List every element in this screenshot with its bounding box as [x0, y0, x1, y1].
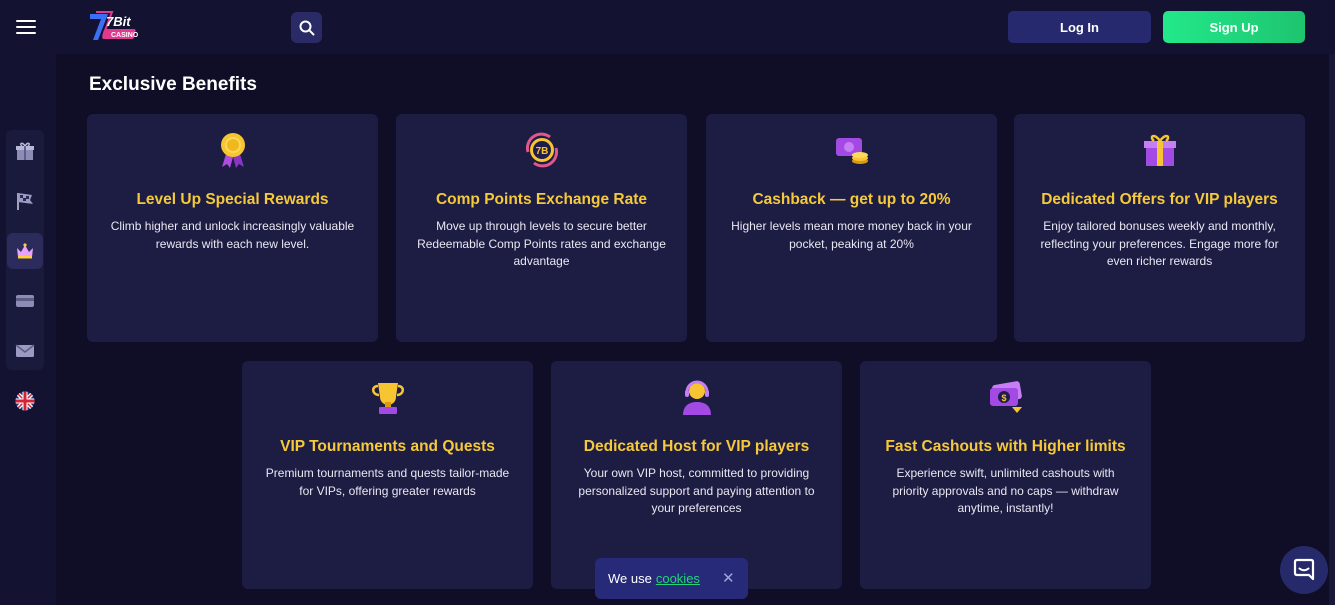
card-title: Dedicated Offers for VIP players	[1041, 191, 1278, 208]
comp-points-coin-icon: 7B	[525, 132, 559, 168]
card-title: VIP Tournaments and Quests	[280, 438, 495, 455]
svg-text:CASINO: CASINO	[111, 32, 139, 39]
logo-icon: 7Bit CASINO	[90, 11, 139, 40]
mail-icon	[15, 344, 35, 357]
sidebar-item-contact[interactable]	[7, 333, 43, 369]
trophy-icon	[372, 383, 404, 414]
sidebar-item-vip[interactable]	[7, 233, 43, 269]
benefit-card: Cashback — get up to 20% Higher levels m…	[706, 114, 997, 342]
logo[interactable]: 7Bit CASINO	[86, 10, 142, 44]
search-button[interactable]	[291, 12, 322, 43]
card-title: Comp Points Exchange Rate	[435, 191, 647, 208]
sidebar	[0, 54, 56, 605]
chat-bubble-icon	[1293, 558, 1315, 581]
svg-text:7B: 7B	[536, 146, 549, 157]
card-title: Cashback — get up to 20%	[752, 191, 951, 208]
scrollbar[interactable]	[1329, 54, 1335, 605]
fast-cashout-icon: $	[990, 381, 1022, 413]
card-title: Level Up Special Rewards	[136, 191, 329, 208]
card-description: Enjoy tailored bonuses weekly and monthl…	[1040, 219, 1279, 268]
signup-button[interactable]: Sign Up	[1163, 11, 1305, 43]
benefit-card: Level Up Special Rewards Climb higher an…	[87, 114, 378, 342]
section-title: Exclusive Benefits	[89, 74, 257, 95]
cookie-banner: We use cookies ✕	[595, 558, 748, 599]
search-icon	[299, 20, 314, 35]
card-description: Experience swift, unlimited cashouts wit…	[892, 466, 1119, 515]
benefit-card: Dedicated Host for VIP players Your own …	[551, 361, 842, 589]
menu-icon[interactable]	[14, 17, 38, 37]
svg-text:7Bit: 7Bit	[106, 14, 131, 29]
login-button[interactable]: Log In	[1008, 11, 1151, 43]
uk-flag-icon	[15, 391, 35, 411]
card-description: Your own VIP host, committed to providin…	[578, 466, 815, 515]
top-bar: 7Bit CASINO Log In Sign Up	[0, 0, 1335, 54]
svg-text:$: $	[1001, 393, 1006, 403]
card-description: Move up through levels to secure better …	[417, 219, 666, 268]
card-description: Climb higher and unlock increasingly val…	[110, 219, 355, 251]
gift-icon	[16, 142, 34, 160]
chat-button[interactable]	[1280, 546, 1328, 594]
card-title: Fast Cashouts with Higher limits	[885, 438, 1126, 455]
card-description: Higher levels mean more money back in yo…	[731, 219, 972, 251]
cookie-text: We use	[608, 571, 652, 586]
cashback-icon	[836, 138, 868, 164]
sidebar-item-tournaments[interactable]	[7, 183, 43, 219]
card-icon	[16, 295, 34, 307]
medal-icon	[221, 133, 245, 168]
close-icon[interactable]: ✕	[722, 569, 735, 587]
card-title: Dedicated Host for VIP players	[583, 438, 810, 455]
sidebar-item-payments[interactable]	[7, 283, 43, 319]
benefit-card: Dedicated Offers for VIP players Enjoy t…	[1014, 114, 1305, 342]
benefit-card: $ Fast Cashouts with Higher limits Exper…	[860, 361, 1151, 589]
host-headset-icon	[683, 380, 711, 415]
card-description: Premium tournaments and quests tailor-ma…	[265, 466, 510, 498]
cookies-link[interactable]: cookies	[656, 571, 700, 586]
crown-icon	[17, 243, 33, 259]
benefit-card: 7B Comp Points Exchange Rate Move up thr…	[396, 114, 687, 342]
checkered-flag-icon	[17, 193, 33, 210]
sidebar-item-promotions[interactable]	[7, 133, 43, 169]
benefit-card: VIP Tournaments and Quests Premium tourn…	[242, 361, 533, 589]
gift-box-icon	[1144, 134, 1176, 166]
sidebar-item-language[interactable]	[7, 383, 43, 419]
